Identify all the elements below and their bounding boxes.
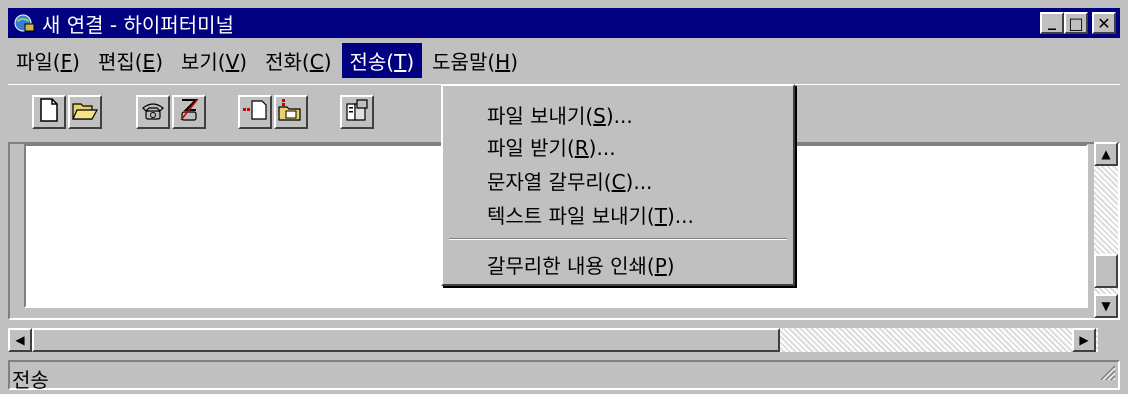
scroll-right-button[interactable]: ▶ — [1072, 328, 1096, 352]
send-file-icon — [242, 99, 268, 126]
menu-item-send-file[interactable]: 파일 보내기(S)... — [487, 100, 633, 129]
receive-file-icon — [278, 98, 304, 127]
menu-call[interactable]: 전화(C) — [257, 43, 339, 78]
properties-button[interactable] — [340, 95, 374, 129]
receive-file-button[interactable] — [274, 95, 308, 129]
disconnect-button[interactable] — [172, 95, 206, 129]
horizontal-scrollbar[interactable]: ◀ ▶ — [8, 328, 1098, 352]
arrow-down-icon: ▼ — [1101, 299, 1111, 313]
open-button[interactable] — [68, 95, 102, 129]
menu-edit[interactable]: 편집(E) — [90, 43, 171, 78]
status-bar: 전송 — [8, 360, 1120, 392]
arrow-up-icon: ▲ — [1101, 147, 1111, 161]
arrow-right-icon: ▶ — [1079, 333, 1089, 347]
send-file-button[interactable] — [238, 95, 272, 129]
minimize-icon: _ — [1048, 10, 1056, 30]
menu-item-send-text-file[interactable]: 텍스트 파일 보내기(T)... — [487, 200, 694, 229]
menu-separator — [449, 238, 787, 240]
hyperterminal-icon — [14, 12, 36, 34]
minimize-button[interactable]: _ — [1040, 10, 1064, 34]
phone-disconnect-icon — [178, 98, 200, 127]
window-title: 새 연결 - 하이퍼터미널 — [42, 12, 234, 37]
title-bar[interactable]: 새 연결 - 하이퍼터미널 _ □ ✕ — [8, 8, 1120, 38]
new-connection-button[interactable] — [32, 95, 66, 129]
maximize-button[interactable]: □ — [1064, 12, 1088, 34]
open-folder-icon — [72, 99, 99, 126]
scroll-left-button[interactable]: ◀ — [8, 328, 32, 352]
phone-connect-icon — [140, 99, 166, 126]
transfer-menu-dropdown: 파일 보내기(S)... 파일 받기(R)... 문자열 갈무리(C)... 텍… — [441, 84, 795, 286]
new-icon — [39, 97, 59, 127]
horizontal-scroll-thumb[interactable] — [32, 328, 780, 352]
vertical-scrollbar[interactable]: ▲ ▼ — [1094, 142, 1118, 318]
properties-icon — [345, 98, 369, 127]
menu-view[interactable]: 보기(V) — [173, 43, 255, 78]
vertical-scroll-thumb[interactable] — [1094, 254, 1118, 288]
menu-file[interactable]: 파일(F) — [8, 43, 88, 78]
close-icon: ✕ — [1097, 13, 1111, 33]
status-text: 전송 — [12, 368, 49, 392]
menu-transfer[interactable]: 전송(T) — [341, 42, 423, 78]
close-button[interactable]: ✕ — [1092, 12, 1116, 34]
menu-item-capture-text[interactable]: 문자열 갈무리(C)... — [487, 166, 652, 195]
arrow-left-icon: ◀ — [15, 333, 25, 347]
maximize-icon: □ — [1068, 13, 1084, 33]
menu-item-print-capture[interactable]: 갈무리한 내용 인쇄(P) — [487, 250, 675, 279]
resize-grip-icon[interactable] — [1098, 362, 1116, 386]
menu-help[interactable]: 도움말(H) — [424, 43, 526, 78]
scroll-up-button[interactable]: ▲ — [1094, 142, 1118, 166]
scroll-down-button[interactable]: ▼ — [1094, 294, 1118, 318]
menu-bar: 파일(F) 편집(E) 보기(V) 전화(C) 전송(T) 도움말(H) — [8, 40, 1120, 80]
menu-item-receive-file[interactable]: 파일 받기(R)... — [487, 132, 616, 161]
connect-button[interactable] — [136, 95, 170, 129]
